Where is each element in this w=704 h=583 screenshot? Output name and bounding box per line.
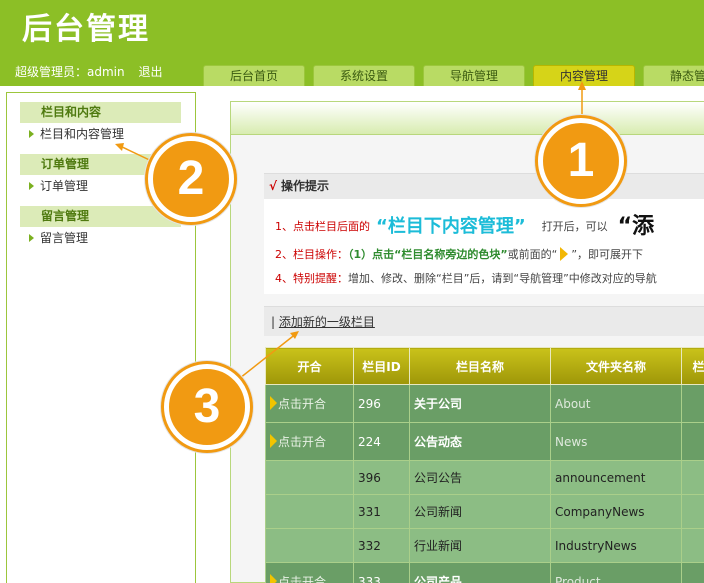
arrowhead-2-icon bbox=[115, 143, 124, 151]
callout-badge-3: 3 bbox=[164, 364, 250, 450]
callout-badge-2: 2 bbox=[148, 136, 234, 222]
callout-badge-1: 1 bbox=[538, 118, 624, 204]
callout-arrow-3 bbox=[239, 332, 298, 379]
callout-arrows bbox=[115, 81, 586, 379]
arrowhead-1-icon bbox=[578, 81, 586, 90]
